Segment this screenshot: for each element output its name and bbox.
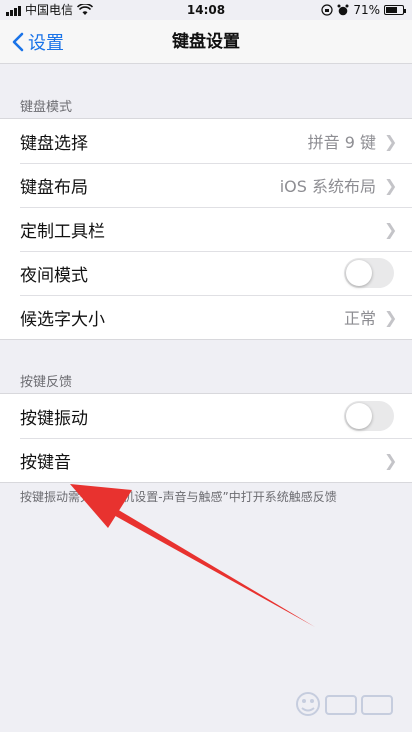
annotation-arrow: [70, 484, 315, 627]
baidu-watermark-logo: [296, 692, 393, 716]
